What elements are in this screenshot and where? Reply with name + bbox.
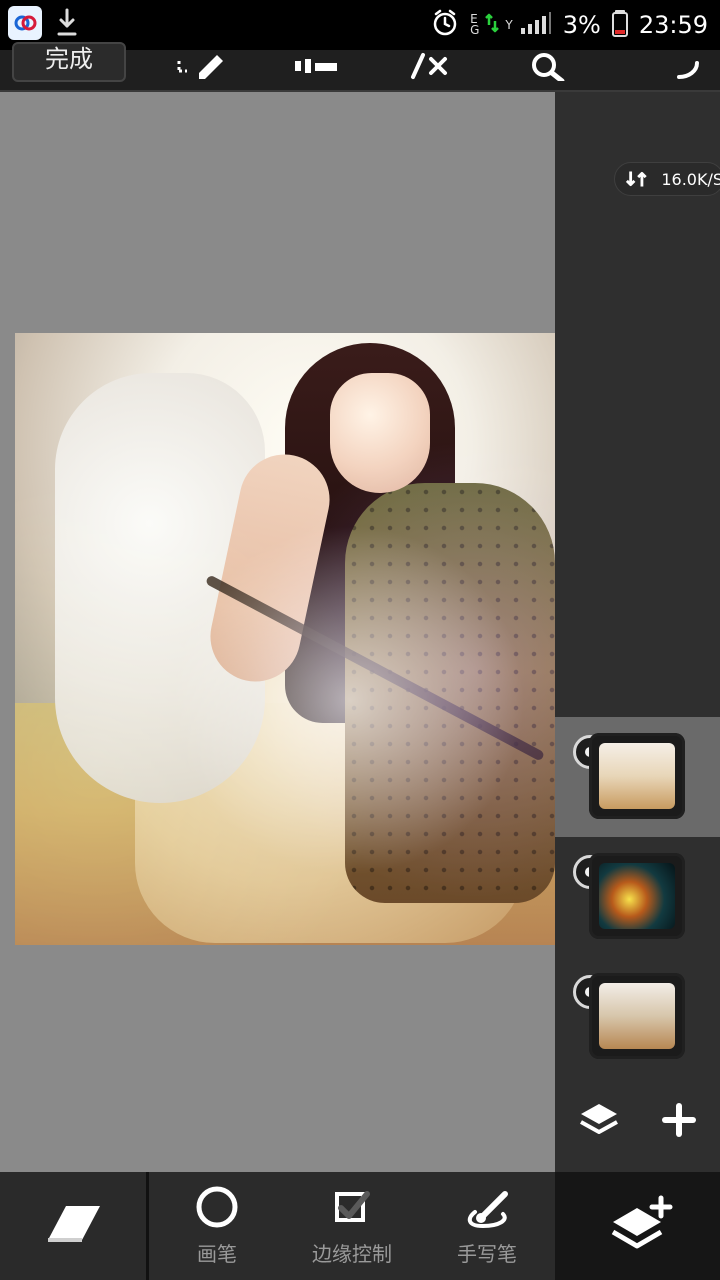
zoom-tool[interactable] (515, 46, 585, 86)
eraser-tool[interactable] (0, 1172, 149, 1280)
light-leak-overlay (15, 333, 555, 945)
layer-thumbnail-image (599, 863, 675, 929)
download-icon (52, 6, 82, 40)
layers-icon (580, 1104, 618, 1134)
add-layer-stack-icon (611, 1195, 673, 1249)
clock-time: 23:59 (638, 11, 708, 39)
layer-thumbnail[interactable] (589, 973, 685, 1059)
layer-row-3[interactable] (555, 957, 720, 1077)
network-indicators: E G Y (470, 10, 553, 40)
layer-row-2[interactable] (555, 837, 720, 957)
status-right: E G Y 3% 23:59 (430, 8, 708, 42)
adjust-tool[interactable] (280, 46, 350, 86)
layer-thumbnail-image (599, 983, 675, 1049)
stylus-label: 手写笔 (457, 1242, 517, 1266)
layer-thumbnail[interactable] (589, 733, 685, 819)
layers-button[interactable] (569, 1090, 629, 1150)
stylus-icon (467, 1191, 508, 1229)
edge-control-label: 边缘控制 (312, 1242, 392, 1266)
zoom-icon (532, 53, 565, 81)
layer-thumbnail-image (599, 743, 675, 809)
top-toolbar: 完成 (0, 42, 720, 92)
brush-label: 画笔 (197, 1242, 237, 1266)
battery-icon (611, 8, 629, 42)
brush-tools: 画笔 边缘控制 手写笔 (149, 1172, 555, 1280)
done-button[interactable]: 完成 (12, 42, 126, 82)
bottom-add-layer[interactable] (555, 1172, 720, 1280)
brush-circle-icon (196, 1186, 238, 1228)
data-arrows-icon (485, 11, 500, 39)
eraser-icon (48, 1206, 100, 1242)
battery-percent: 3% (562, 11, 601, 39)
network-speed-pill: 16.0K/S (614, 162, 720, 196)
app-badge-icon (8, 6, 42, 40)
bottom-toolbar: 画笔 边缘控制 手写笔 (0, 1172, 720, 1280)
edge-check-icon (335, 1191, 370, 1222)
status-left-icons (8, 6, 82, 40)
fx-icon (411, 53, 447, 79)
redo-tool[interactable] (650, 46, 720, 86)
signal-bars-icon (519, 10, 553, 40)
canvas-photo[interactable] (15, 333, 555, 945)
sliders-icon (295, 59, 337, 73)
edge-control-tool[interactable]: 边缘控制 (292, 1182, 412, 1272)
layer-actions (555, 1090, 720, 1170)
select-pen-tool[interactable] (165, 46, 235, 86)
alarm-icon (430, 8, 460, 42)
stylus-tool[interactable]: 手写笔 (427, 1182, 547, 1272)
plus-icon (662, 1103, 696, 1137)
add-layer-button[interactable] (649, 1090, 709, 1150)
brush-tool[interactable]: 画笔 (157, 1182, 277, 1272)
up-down-arrows-icon (625, 171, 647, 187)
layer-row-1[interactable] (555, 717, 720, 837)
network-g-label: G (470, 23, 480, 37)
effects-tool[interactable] (395, 46, 465, 86)
layer-thumbnail[interactable] (589, 853, 685, 939)
network-speed-text: 16.0K/S (661, 169, 720, 189)
signal-label: Y (505, 17, 513, 32)
redo-icon (677, 61, 699, 79)
selection-pencil-icon (177, 55, 223, 79)
